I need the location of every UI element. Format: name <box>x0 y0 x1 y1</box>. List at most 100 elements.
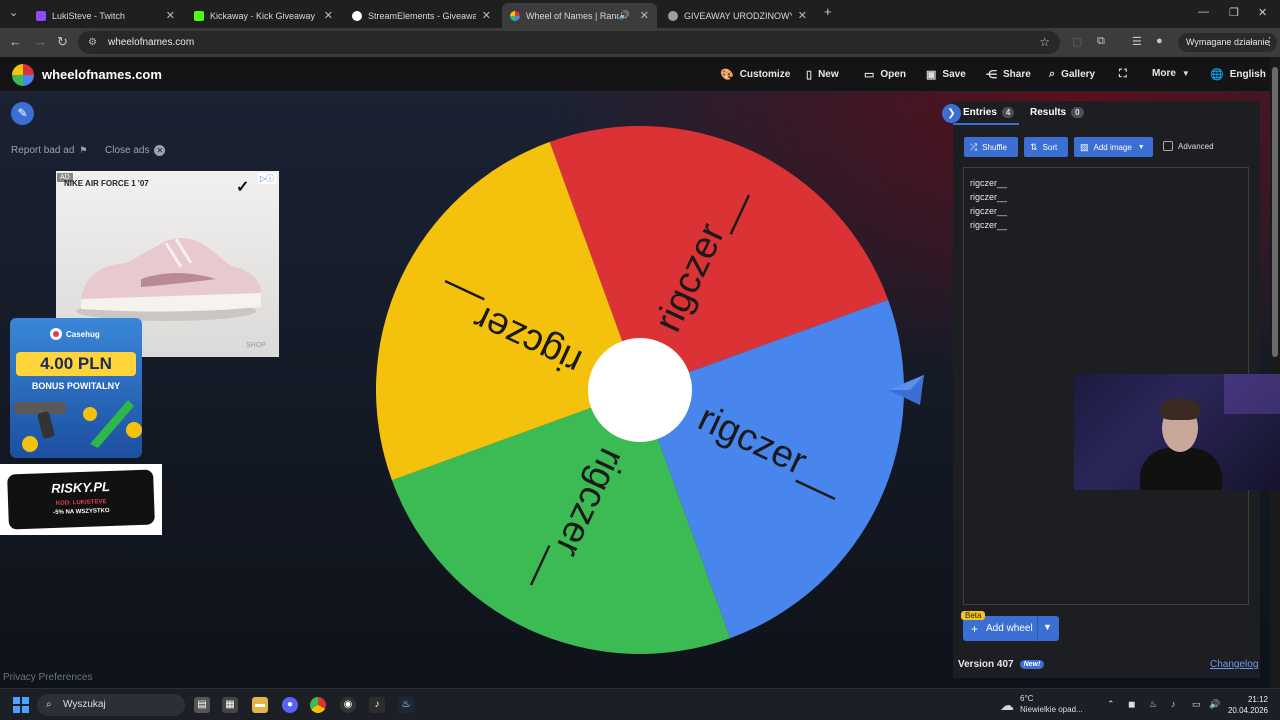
taskbar-search-input[interactable]: ⌕ Wyszukaj <box>37 694 185 716</box>
chrome-icon[interactable] <box>310 697 326 713</box>
ad-shop-label: SHOP <box>246 342 266 349</box>
site-name[interactable]: wheelofnames.com <box>42 67 162 82</box>
profile-avatar-icon[interactable]: ● <box>1156 35 1163 47</box>
address-bar-row: ← → ↻ ⚙ wheelofnames.com ☆ ▢ ⧉ ☰ ● Wymag… <box>0 28 1280 57</box>
url-text: wheelofnames.com <box>108 37 195 48</box>
browser-tab-giveaway[interactable]: GIVEAWAY URODZINOWY ✕ <box>660 3 815 28</box>
search-icon: ⌕ <box>1049 68 1056 80</box>
fullscreen-icon: ⛶ <box>1119 68 1127 80</box>
add-image-label: Add image <box>1093 142 1132 152</box>
share-button[interactable]: ⋲ Share <box>986 68 1031 81</box>
streamelements-favicon-icon <box>352 10 362 21</box>
back-icon[interactable]: ← <box>9 34 22 49</box>
app-icon[interactable]: ♪ <box>369 697 385 713</box>
maximize-icon[interactable]: ❐ <box>1229 6 1239 19</box>
tray-steam-icon[interactable]: ♨ <box>1149 699 1157 710</box>
open-button[interactable]: ▭ Open <box>864 68 906 81</box>
wheel[interactable]: rigczer__rigczer__rigczer__rigczer__ <box>372 122 908 658</box>
casehug-ad-banner[interactable]: Casehug 4.00 PLN BONUS POWITALNY <box>10 318 142 458</box>
close-tab-icon[interactable]: ✕ <box>324 9 333 22</box>
risky-name: RISKY.PL <box>50 478 111 497</box>
bookmark-star-icon[interactable]: ☆ <box>1039 31 1050 54</box>
risky-banner-bg: RISKY.PL KOD: LUKISTEVE -5% NA WSZYSTKO <box>7 469 155 530</box>
save-button[interactable]: ▣ Save <box>926 68 966 81</box>
action-required-button[interactable]: Wymagane działanie <box>1178 33 1278 52</box>
browser-tab-kickaway[interactable]: Kickaway - Kick Giveaway Tool ✕ <box>186 3 341 28</box>
edit-pencil-button[interactable]: ✎ <box>11 102 34 125</box>
tray-expand-icon[interactable]: ⌃ <box>1107 699 1115 710</box>
language-button[interactable]: 🌐 English <box>1210 68 1266 81</box>
browser-tab-wheelofnames[interactable]: Wheel of Names | Random 🔊 ✕ <box>502 3 657 28</box>
microphone-icon[interactable]: ♪ <box>1171 699 1176 709</box>
file-icon: ▯ <box>806 69 813 81</box>
tab-entries[interactable]: Entries 4 <box>963 107 1015 118</box>
fullscreen-button[interactable]: ⛶ <box>1119 68 1133 81</box>
entry-line: rigczer__ <box>970 192 1008 202</box>
wheel-center-hub[interactable] <box>588 338 692 442</box>
report-bad-ad-link[interactable]: Report bad ad ⚑ <box>11 145 87 156</box>
url-input[interactable]: ⚙ wheelofnames.com ☆ <box>78 31 1060 54</box>
add-image-button[interactable]: ▨ Add image ▼ <box>1074 137 1153 157</box>
extensions-icon[interactable]: ⧉ <box>1097 35 1105 48</box>
close-tab-icon[interactable]: ✕ <box>640 9 649 22</box>
close-tab-icon[interactable]: ✕ <box>166 9 175 22</box>
changelog-link[interactable]: Changelog <box>1210 659 1258 670</box>
site-info-icon[interactable]: ⚙ <box>88 31 97 54</box>
speaker-icon[interactable]: 🔊 <box>619 10 630 21</box>
entry-line: rigczer__ <box>970 220 1008 230</box>
entries-count-badge: 4 <box>1001 107 1015 118</box>
steam-icon[interactable]: ♨ <box>398 697 414 713</box>
minimize-icon[interactable]: — <box>1198 6 1209 18</box>
search-icon: ⌕ <box>46 699 52 710</box>
webcam-overlay <box>1074 374 1280 490</box>
gallery-button[interactable]: ⌕ Gallery <box>1049 68 1095 81</box>
report-bad-ad-label: Report bad ad <box>11 145 75 156</box>
wheel-favicon-icon <box>510 10 520 21</box>
risky-ad-banner[interactable]: RISKY.PL KOD: LUKISTEVE -5% NA WSZYSTKO <box>0 464 162 535</box>
more-button[interactable]: More ▼ <box>1152 68 1190 79</box>
close-tab-icon[interactable]: ✕ <box>798 9 807 22</box>
discord-icon[interactable]: ● <box>282 697 298 713</box>
taskbar-clock[interactable]: 21:12 20.04.2026 <box>1226 694 1268 716</box>
app-icon[interactable]: ▦ <box>222 697 238 713</box>
tab-search-icon[interactable]: ⌄ <box>9 6 18 19</box>
network-icon[interactable]: ▭ <box>1192 699 1201 710</box>
folder-icon: ▭ <box>864 69 875 81</box>
browser-tab-strip: ⌄ LukiSteve - Twitch ✕ Kickaway - Kick G… <box>0 0 1280 28</box>
task-view-icon[interactable]: ▤ <box>194 697 210 713</box>
close-ads-link[interactable]: Close ads ✕ <box>105 145 166 156</box>
shuffle-button[interactable]: ⤮ Shuffle <box>964 137 1018 157</box>
share-icon: ⋲ <box>986 69 997 81</box>
tray-app-icon[interactable]: ◼ <box>1128 699 1135 710</box>
new-tab-icon[interactable]: + <box>824 4 832 19</box>
wheel-logo-icon[interactable] <box>12 64 34 86</box>
translate-icon[interactable]: ▢ <box>1072 35 1082 48</box>
sort-button[interactable]: ⇅ Sort <box>1024 137 1068 157</box>
advanced-checkbox[interactable]: Advanced <box>1163 141 1214 151</box>
customize-button[interactable]: 🎨 Customize <box>720 68 790 81</box>
weapons-image <box>14 400 142 452</box>
windows-start-icon[interactable] <box>13 697 29 713</box>
scrollbar-thumb[interactable] <box>1272 67 1278 357</box>
close-tab-icon[interactable]: ✕ <box>482 9 491 22</box>
reload-icon[interactable]: ↻ <box>57 34 68 50</box>
browser-menu-icon[interactable]: ⋮ <box>1264 35 1275 48</box>
pencil-icon: ✎ <box>17 106 28 120</box>
close-ads-label: Close ads <box>105 145 150 156</box>
close-window-icon[interactable]: ✕ <box>1258 6 1267 19</box>
twitch-favicon-icon <box>36 10 46 21</box>
reading-list-icon[interactable]: ☰ <box>1132 35 1142 48</box>
browser-tab-streamelements[interactable]: StreamElements - Giveaways ✕ <box>344 3 499 28</box>
tab-results-label: Results <box>1030 107 1067 118</box>
caret-down-icon[interactable]: ▼ <box>1043 622 1052 632</box>
file-explorer-icon[interactable]: ▬ <box>252 697 268 713</box>
page-scrollbar[interactable] <box>1270 57 1280 688</box>
volume-icon[interactable]: 🔊 <box>1209 699 1220 710</box>
privacy-preferences-link[interactable]: Privacy Preferences <box>3 672 92 683</box>
collapse-panel-button[interactable]: ❯ <box>942 104 961 123</box>
new-button[interactable]: ▯ New <box>806 68 839 81</box>
browser-tab-twitch[interactable]: LukiSteve - Twitch ✕ <box>28 3 183 28</box>
forward-icon[interactable]: → <box>34 34 47 49</box>
obs-icon[interactable]: ◉ <box>340 697 356 713</box>
tab-results[interactable]: Results 0 <box>1030 107 1084 118</box>
